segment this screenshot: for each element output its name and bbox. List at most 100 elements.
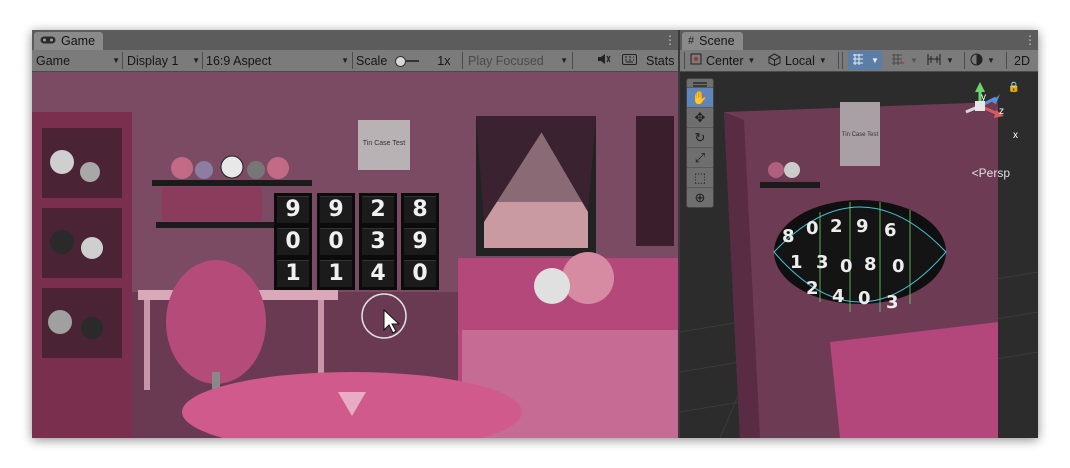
scene-tools-overlay: ✋ ✥ ↻ ⤢ ⬚ ⊕ [686,78,714,208]
game-toolbar: Game ▼ Display 1 ▼ 16:9 Aspect ▼ Scale 1… [32,50,678,72]
stats-label: Stats [646,53,675,68]
chevron-down-icon: ▼ [987,56,995,65]
scene-panel: # Scene ⋮ Center ▼ Local ▼ ▼ ▼ ▼ ▼ 2D 8 … [680,30,1038,438]
chevron-down-icon: ▼ [818,56,827,65]
local-cube-icon [768,52,781,69]
scale-value: 1x [437,53,451,68]
space-mode-dropdown[interactable]: Local ▼ [768,50,834,71]
lock-view-icon[interactable]: 🔒 [1008,82,1020,93]
tab-game-label: Game [61,34,96,48]
svg-text:3: 3 [816,252,829,273]
increment-snap-dropdown[interactable]: ▼ [890,50,918,71]
chevron-down-icon: ▼ [910,56,918,65]
chevron-left-icon: < [971,166,979,180]
display-label: Display 1 [127,53,179,68]
number-cylinder-1[interactable]: 9 0 1 [274,193,312,290]
rotate-icon: ↻ [694,129,706,145]
scale-tool-button[interactable]: ⤢ [687,147,713,167]
divider [838,52,839,69]
digit: 1 [277,260,309,288]
divider [842,52,843,69]
gizmo-axis-z-label: z [999,106,1004,117]
tab-scene[interactable]: # Scene [682,32,743,50]
digit: 0 [320,227,352,255]
digit: 0 [404,260,436,288]
rotate-tool-button[interactable]: ↻ [687,127,713,147]
digit: 8 [404,195,436,223]
rect-tool-button[interactable]: ⬚ [687,167,713,187]
number-cylinder-2[interactable]: 9 0 1 [317,193,355,290]
grid-snapping-toggle[interactable]: ▼ [848,51,882,70]
game-mode-label: Game [36,53,71,68]
transform-tool-button[interactable]: ⊕ [687,187,713,207]
divider [202,52,203,69]
svg-text:0: 0 [892,256,905,277]
svg-text:0: 0 [858,288,871,309]
chevron-down-icon: ▼ [112,56,120,65]
mute-audio-button[interactable] [597,50,611,71]
number-cylinder-4[interactable]: 8 9 0 [401,193,439,290]
svg-text:9: 9 [856,216,869,237]
scale-control: Scale 1x [356,50,450,71]
svg-text:8: 8 [782,226,795,247]
digit: 9 [277,195,309,223]
svg-text:3: 3 [886,292,899,313]
scene-3d-viewport: 80296 13080 2403 [680,72,1038,438]
pivot-label: Center [706,53,744,68]
rect-icon: ⬚ [693,169,707,185]
digit: 2 [362,195,394,223]
digit: 0 [277,227,309,255]
game-view[interactable]: Tin Case Test 9 0 1 9 0 1 2 3 4 8 9 0 [32,72,678,438]
tab-game[interactable]: Game [34,32,104,50]
display-dropdown[interactable]: Display 1 ▼ [127,50,200,71]
shading-mode-dropdown[interactable]: ▼ [970,50,995,71]
align-icon [926,53,942,69]
chevron-down-icon: ▼ [192,56,200,65]
gamepad-icon [40,35,56,48]
scene-panel-menu-icon[interactable]: ⋮ [1024,33,1036,47]
gizmo-axis-x-label: x [1013,130,1018,141]
tools-drag-handle[interactable] [687,79,713,87]
2d-mode-toggle[interactable]: 2D [1014,50,1030,71]
move-tool-button[interactable]: ✥ [687,107,713,127]
mute-audio-icon [597,53,611,68]
hand-tool-button[interactable]: ✋ [687,87,713,107]
shortcuts-button[interactable] [622,50,637,71]
2d-label: 2D [1014,53,1030,68]
svg-text:2: 2 [830,216,843,237]
scene-poster-text: Tin Case Test [841,132,879,138]
chevron-down-icon: ▼ [946,56,954,65]
scene-view[interactable]: 80296 13080 2403 ✋ ✥ ↻ ⤢ ⬚ ⊕ Tin Case Te… [680,72,1038,438]
editor-window: Game ⋮ Game ▼ Display 1 ▼ 16:9 Aspect ▼ … [32,30,1038,438]
transform-icon: ⊕ [694,189,706,205]
svg-text:2: 2 [806,278,819,299]
digit: 9 [320,195,352,223]
pivot-mode-dropdown[interactable]: Center ▼ [690,50,764,71]
digit: 4 [362,260,394,288]
play-mode-dropdown[interactable]: Play Focused ▼ [468,50,568,71]
move-icon: ✥ [694,109,706,125]
game-panel-menu-icon[interactable]: ⋮ [664,33,676,47]
scale-slider[interactable] [395,55,420,67]
stats-button[interactable]: Stats [646,50,675,71]
align-dropdown[interactable]: ▼ [926,50,954,71]
divider [462,52,463,69]
keyboard-icon [622,53,637,68]
game-mode-dropdown[interactable]: Game ▼ [36,50,120,71]
svg-text:6: 6 [884,220,897,241]
svg-text:4: 4 [832,286,845,307]
scale-slider-handle[interactable] [395,55,407,67]
game-panel: Game ⋮ Game ▼ Display 1 ▼ 16:9 Aspect ▼ … [32,30,678,438]
bedroom-scene-illustration [32,72,678,438]
svg-text:0: 0 [806,218,819,239]
chevron-down-icon: ▼ [341,56,349,65]
aspect-dropdown[interactable]: 16:9 Aspect ▼ [206,50,349,71]
aspect-label: 16:9 Aspect [206,53,272,68]
tab-scene-label: Scene [699,34,735,48]
divider [684,52,685,69]
grid-snap-icon [851,53,867,69]
gizmo-axis-y-label: y [981,92,986,103]
projection-toggle[interactable]: <Persp [972,166,1010,180]
shading-sphere-icon [970,53,983,69]
number-cylinder-3[interactable]: 2 3 4 [359,193,397,290]
